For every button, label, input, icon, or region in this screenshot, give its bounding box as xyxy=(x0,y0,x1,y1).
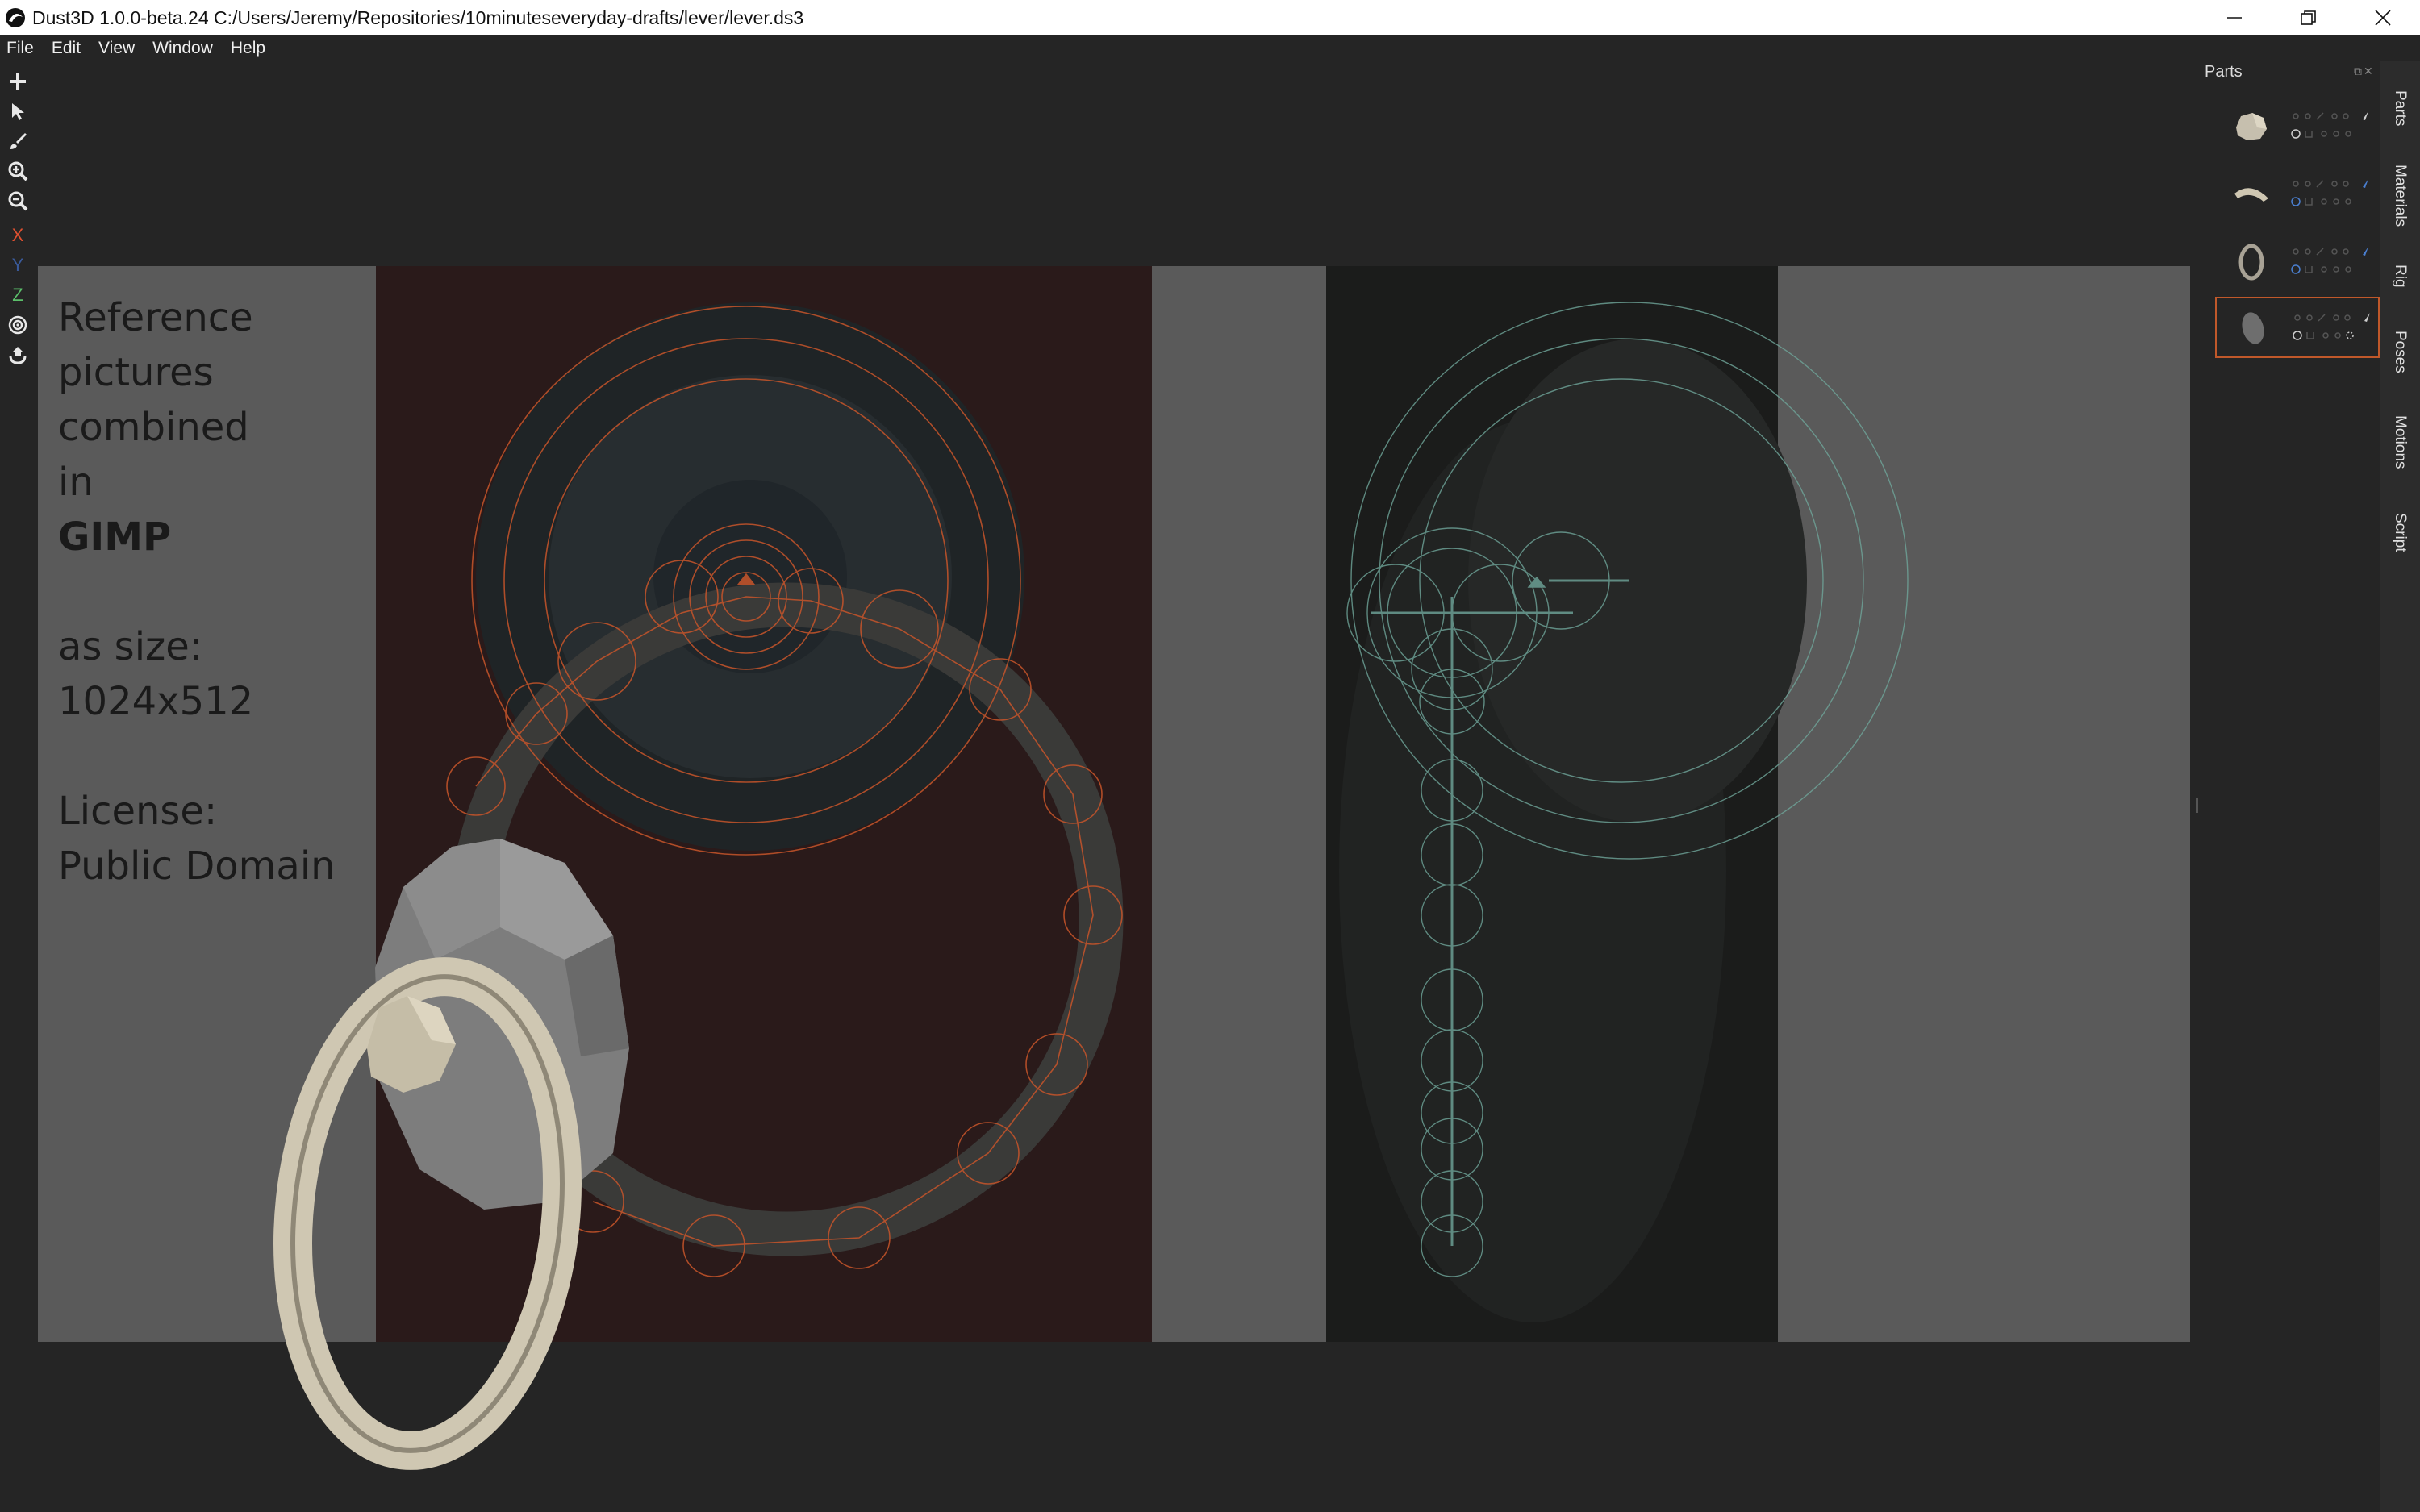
reference-note-line: Reference xyxy=(58,295,253,340)
reference-note-line: GIMP xyxy=(58,514,172,560)
side-tab-bar: Parts Materials Rig Poses Motions Script xyxy=(2380,61,2420,1512)
close-button[interactable] xyxy=(2346,0,2420,35)
paint-tool-button[interactable] xyxy=(4,127,31,155)
y-axis-toggle[interactable]: Y xyxy=(4,252,31,279)
menu-view[interactable]: View xyxy=(98,39,135,58)
menu-bar: File Edit View Window Help xyxy=(0,35,283,61)
part-settings-icons[interactable] xyxy=(2289,310,2378,350)
part-row-plate[interactable] xyxy=(2215,297,2380,358)
zoom-out-button[interactable] xyxy=(4,187,31,215)
app-logo-icon xyxy=(6,8,25,27)
tab-motions[interactable]: Motions xyxy=(2380,395,2420,489)
reference-note-line: pictures xyxy=(58,350,214,395)
tab-parts[interactable]: Parts xyxy=(2380,68,2420,148)
radius-lock-button[interactable] xyxy=(4,311,31,339)
zoom-in-button[interactable] xyxy=(4,157,31,185)
minimize-button[interactable] xyxy=(2197,0,2272,35)
tab-poses[interactable]: Poses xyxy=(2380,311,2420,392)
part-settings-icons[interactable] xyxy=(2288,244,2376,284)
panel-float-close-icons[interactable]: ⧉✕ xyxy=(2354,65,2375,78)
part-thumbnail xyxy=(2238,244,2264,281)
reference-note: Reference pictures combined in GIMP as s… xyxy=(58,290,365,893)
reference-note-line: 1024x512 xyxy=(58,679,254,724)
restore-icon xyxy=(2301,10,2316,25)
window-title: Dust3D 1.0.0-beta.24 C:/Users/Jeremy/Rep… xyxy=(32,6,804,28)
zoom-out-icon xyxy=(8,191,28,211)
zoom-in-icon xyxy=(8,161,28,181)
menu-file[interactable]: File xyxy=(6,39,34,58)
part-settings-icons[interactable] xyxy=(2288,176,2376,216)
x-axis-toggle[interactable]: X xyxy=(4,222,31,249)
reference-note-line: License: xyxy=(58,789,218,834)
add-tool-button[interactable] xyxy=(4,68,31,95)
reference-note-line: as size: xyxy=(58,624,202,669)
part-thumbnail xyxy=(2242,312,2264,344)
close-icon xyxy=(2375,10,2391,26)
z-axis-toggle[interactable]: Z xyxy=(4,281,31,309)
part-row-ring[interactable] xyxy=(2215,232,2380,294)
tab-script[interactable]: Script xyxy=(2380,492,2420,573)
select-icon xyxy=(12,103,24,120)
paint-icon xyxy=(10,133,27,149)
part-thumbnail xyxy=(2236,113,2267,140)
left-toolbar: X Y Z xyxy=(3,68,32,371)
part-thumbnail xyxy=(2234,188,2268,202)
corner-label: c30 xyxy=(0,1490,2,1509)
reference-note-line: in xyxy=(58,460,94,505)
menu-edit[interactable]: Edit xyxy=(52,39,81,58)
menu-help[interactable]: Help xyxy=(231,39,265,58)
part-row-knob[interactable] xyxy=(2215,97,2380,158)
part-settings-icons[interactable] xyxy=(2288,108,2376,148)
title-bar: Dust3D 1.0.0-beta.24 C:/Users/Jeremy/Rep… xyxy=(0,0,2420,35)
part-row-hook[interactable] xyxy=(2215,165,2380,226)
reset-button[interactable] xyxy=(4,341,31,369)
reset-icon xyxy=(9,347,27,364)
tab-materials[interactable]: Materials xyxy=(2380,152,2420,240)
parts-panel-title: Parts xyxy=(2205,63,2243,81)
reference-note-line: Public Domain xyxy=(58,843,336,889)
minimize-icon xyxy=(2227,17,2242,19)
add-icon xyxy=(10,73,26,90)
tab-rig[interactable]: Rig xyxy=(2380,244,2420,308)
radius-icon xyxy=(8,315,27,335)
reference-note-line: combined xyxy=(58,405,249,450)
menu-window[interactable]: Window xyxy=(152,39,213,58)
select-tool-button[interactable] xyxy=(4,98,31,125)
restore-button[interactable] xyxy=(2272,0,2346,35)
panel-splitter-handle[interactable] xyxy=(2196,798,2198,813)
